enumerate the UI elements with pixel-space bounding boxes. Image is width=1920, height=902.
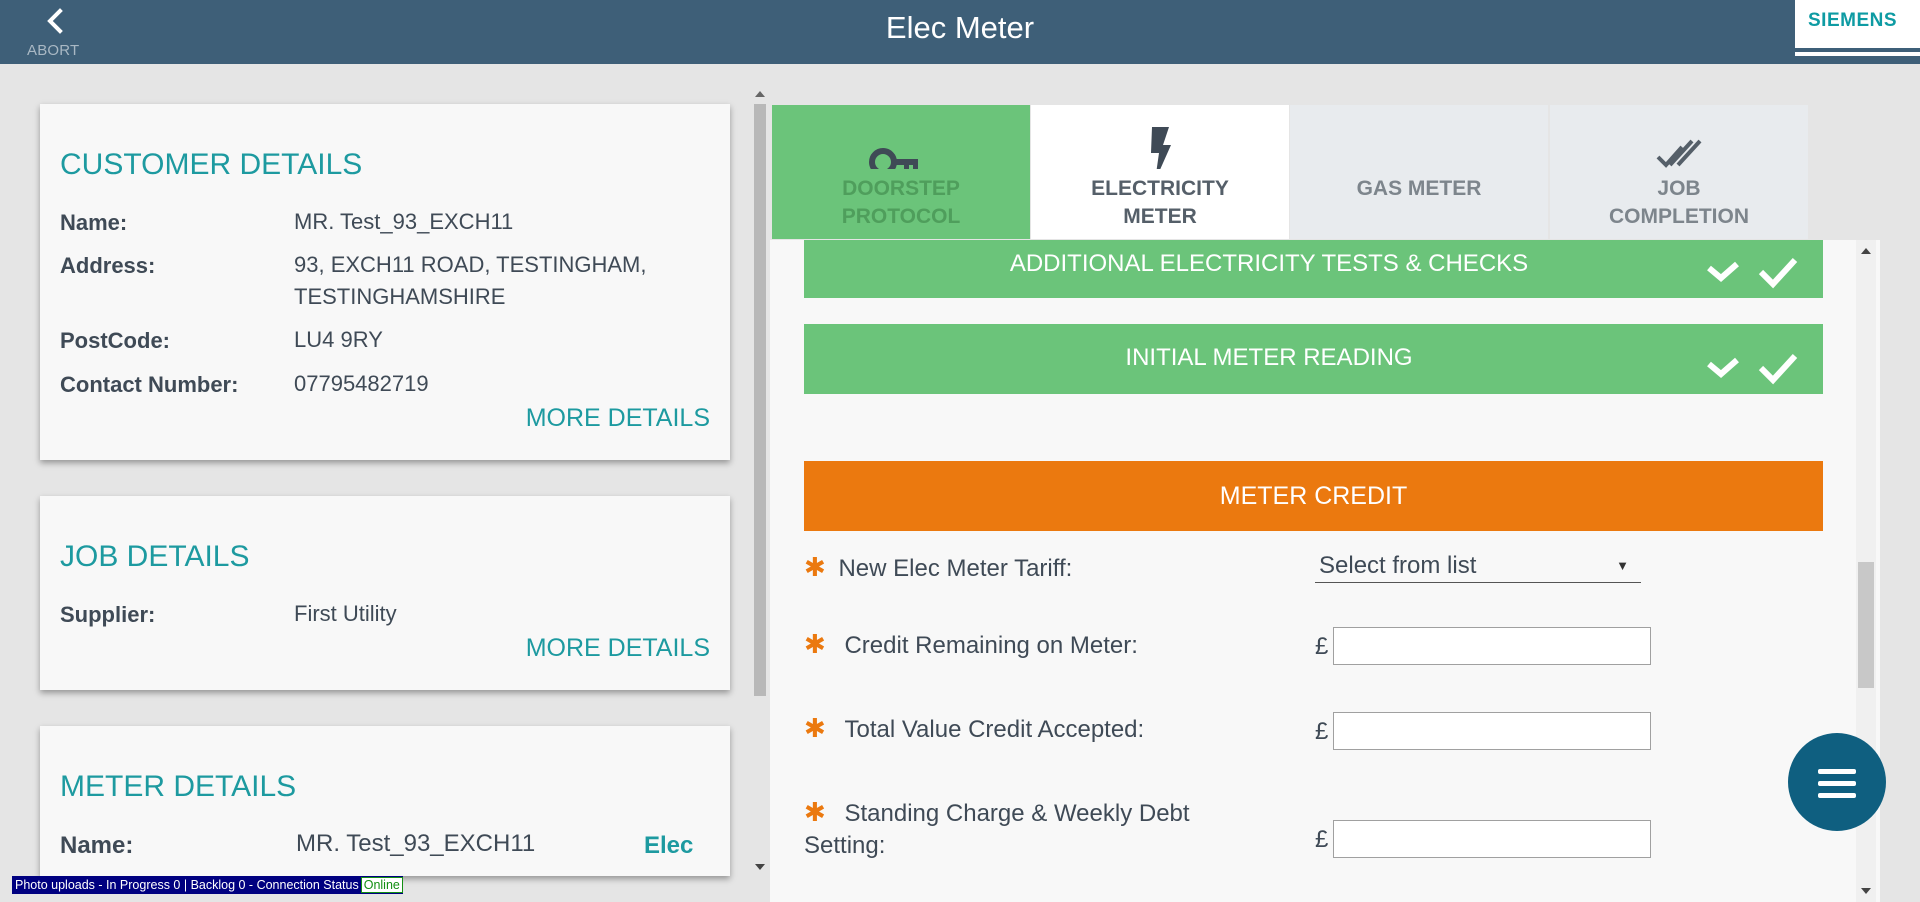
additional-tests-title: ADDITIONAL ELECTRICITY TESTS & CHECKS: [1009, 250, 1529, 277]
address-value: 93, EXCH11 ROAD, TESTINGHAM, TESTINGHAMS…: [294, 252, 647, 309]
tab-label-line1: GAS METER: [1356, 177, 1482, 200]
postcode-label: PostCode:: [60, 328, 170, 353]
tab-label-line1: JOB: [1657, 177, 1701, 200]
tab-label-line1: ELECTRICITY: [1091, 177, 1229, 200]
tariff-field-label: ✱ New Elec Meter Tariff:: [804, 551, 1072, 585]
tab-doorstep-protocol[interactable]: DOORSTEP PROTOCOL: [772, 105, 1030, 239]
required-asterisk-icon: ✱: [804, 629, 826, 659]
lightning-icon: [1151, 127, 1171, 169]
connection-status-badge: Online: [360, 877, 403, 893]
required-asterisk-icon: ✱: [804, 552, 826, 582]
initial-meter-reading-section[interactable]: INITIAL METER READING: [804, 324, 1823, 394]
standing-charge-label-line1: Standing Charge & Weekly Debt: [844, 800, 1190, 827]
siemens-logo: SIEMENS: [1795, 0, 1920, 56]
required-asterisk-icon: ✱: [804, 797, 826, 827]
scroll-up-arrow-icon[interactable]: [755, 91, 765, 97]
double-check-icon: [1656, 139, 1702, 168]
meter-details-card: METER DETAILS Name: MR. Test_93_EXCH11 E…: [40, 726, 730, 876]
right-scrollbar-thumb[interactable]: [1858, 562, 1874, 688]
left-scrollbar-thumb[interactable]: [754, 104, 766, 696]
tab-electricity-meter-label: ELECTRICITY METER: [1031, 175, 1289, 231]
tab-gas-meter[interactable]: GAS METER: [1290, 105, 1548, 239]
meter-credit-section[interactable]: METER CREDIT: [804, 461, 1823, 531]
left-scrollbar[interactable]: [752, 86, 768, 876]
postcode-value: LU4 9RY: [294, 327, 383, 352]
job-details-card: JOB DETAILS Supplier: First Utility MORE…: [40, 496, 730, 690]
additional-tests-section[interactable]: ADDITIONAL ELECTRICITY TESTS & CHECKS: [804, 240, 1823, 298]
credit-remaining-input[interactable]: [1333, 627, 1651, 665]
scroll-up-arrow-icon[interactable]: [1861, 248, 1871, 254]
customer-more-details-link[interactable]: MORE DETAILS: [526, 404, 710, 433]
name-value: MR. Test_93_EXCH11: [294, 209, 514, 234]
currency-symbol: £: [1315, 718, 1329, 745]
contact-number-label: Contact Number:: [60, 372, 239, 397]
currency-symbol: £: [1315, 826, 1329, 853]
tab-label-line2: PROTOCOL: [841, 205, 961, 228]
meter-type-badge: Elec: [644, 832, 694, 859]
scroll-down-arrow-icon[interactable]: [755, 864, 765, 870]
tab-electricity-meter[interactable]: ELECTRICITY METER: [1031, 105, 1289, 239]
meter-name-label: Name:: [60, 832, 134, 859]
menu-fab-button[interactable]: [1788, 733, 1886, 831]
upload-status-bar: Photo uploads - In Progress 0 | Backlog …: [12, 876, 403, 894]
credit-remaining-label: ✱ Credit Remaining on Meter:: [804, 628, 1138, 662]
contact-number-value: 07795482719: [294, 371, 429, 396]
credit-remaining-label-text: Credit Remaining on Meter:: [844, 632, 1138, 659]
page-title: Elec Meter: [885, 10, 1035, 45]
address-label: Address:: [60, 253, 156, 278]
tab-label-line1: DOORSTEP: [842, 177, 960, 200]
key-icon: [869, 148, 918, 169]
currency-symbol: £: [1315, 633, 1329, 660]
supplier-value: First Utility: [294, 601, 397, 626]
standing-charge-input[interactable]: [1333, 820, 1651, 858]
electricity-meter-panel: ADDITIONAL ELECTRICITY TESTS & CHECKS IN…: [770, 240, 1880, 902]
app-header: ABORT Elec Meter SIEMENS: [0, 0, 1920, 64]
required-asterisk-icon: ✱: [804, 713, 826, 743]
customer-details-title: CUSTOMER DETAILS: [60, 148, 363, 181]
initial-meter-reading-title: INITIAL METER READING: [1125, 344, 1413, 371]
credit-accepted-label: ✱ Total Value Credit Accepted:: [804, 712, 1144, 746]
credit-accepted-input[interactable]: [1333, 712, 1651, 750]
tab-label-line2: COMPLETION: [1609, 205, 1749, 228]
completed-checks-icon: [1707, 257, 1798, 289]
tariff-select[interactable]: Select from list ▼: [1315, 552, 1641, 583]
tab-job-completion-label: JOB COMPLETION: [1550, 175, 1808, 231]
tab-label-line2: METER: [1123, 205, 1197, 228]
tab-doorstep-protocol-label: DOORSTEP PROTOCOL: [772, 175, 1030, 231]
tariff-label-text: New Elec Meter Tariff:: [838, 555, 1073, 582]
name-label: Name:: [60, 210, 128, 235]
tab-job-completion[interactable]: JOB COMPLETION: [1550, 105, 1808, 239]
job-details-title: JOB DETAILS: [60, 540, 250, 573]
standing-charge-label: ✱ Standing Charge & Weekly Debt Setting:: [804, 796, 1190, 862]
brand-text: SIEMENS: [1808, 10, 1898, 31]
tariff-selected-value: Select from list: [1319, 552, 1477, 579]
upload-status-text: Photo uploads - In Progress 0 | Backlog …: [15, 878, 359, 892]
job-more-details-link[interactable]: MORE DETAILS: [526, 634, 710, 663]
completed-checks-icon: [1707, 353, 1798, 385]
meter-name-value: MR. Test_93_EXCH11: [296, 830, 536, 857]
logo-divider: [1795, 48, 1920, 52]
meter-details-title: METER DETAILS: [60, 770, 297, 803]
scroll-down-arrow-icon[interactable]: [1861, 888, 1871, 894]
dropdown-caret-icon: ▼: [1616, 558, 1629, 573]
standing-charge-label-line2: Setting:: [804, 832, 886, 859]
credit-accepted-label-text: Total Value Credit Accepted:: [844, 716, 1145, 743]
supplier-label: Supplier:: [60, 602, 156, 627]
tab-gas-meter-label: GAS METER: [1290, 175, 1548, 203]
customer-details-card: CUSTOMER DETAILS Name: MR. Test_93_EXCH1…: [40, 104, 730, 460]
